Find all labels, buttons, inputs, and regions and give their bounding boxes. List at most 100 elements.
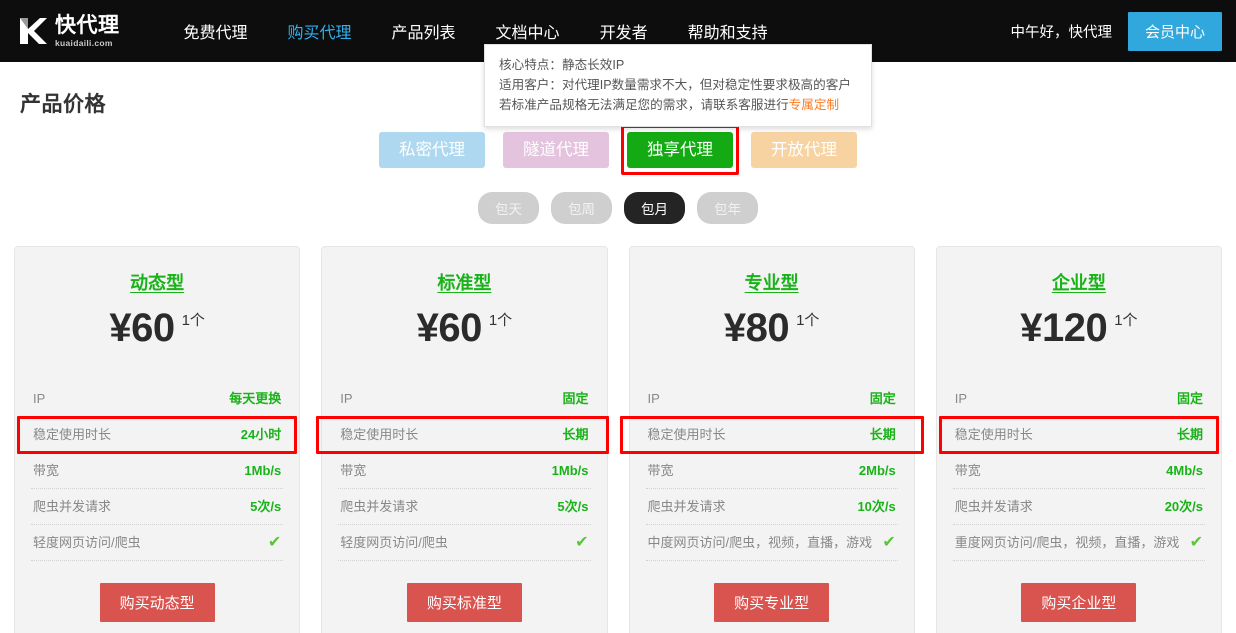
member-center-button[interactable]: 会员中心 xyxy=(1127,11,1222,51)
feature-label: 爬虫并发请求 xyxy=(33,499,112,515)
feature-label: 稳定使用时长 xyxy=(647,427,726,443)
nav-item-2[interactable]: 产品列表 xyxy=(372,0,476,62)
feature-row: IP 固定 xyxy=(338,381,591,418)
duration-pill-1[interactable]: 包周 xyxy=(551,192,612,225)
card-buy-area: 购买专业型 xyxy=(646,561,898,623)
feature-label: 带宽 xyxy=(340,463,367,479)
card-plan-name[interactable]: 企业型 xyxy=(953,269,1205,295)
feature-label: 爬虫并发请求 xyxy=(647,499,726,515)
feature-row: 稳定使用时长 长期 xyxy=(952,417,1205,454)
feature-row: 轻度网页访问/爬虫 ✔ xyxy=(338,525,591,562)
buy-button[interactable]: 购买企业型 xyxy=(1021,583,1137,623)
duration-pill-0[interactable]: 包天 xyxy=(478,192,539,225)
feature-row: IP 每天更换 xyxy=(31,381,284,418)
card-quantity: 1个 xyxy=(796,312,820,330)
proxy-type-tab-1[interactable]: 隧道代理 xyxy=(503,132,609,169)
feature-value: 10次/s xyxy=(857,499,896,515)
feature-label: 轻度网页访问/爬虫 xyxy=(340,535,448,551)
feature-row: IP 固定 xyxy=(952,381,1205,418)
feature-row: 稳定使用时长 24小时 xyxy=(31,417,284,454)
card-plan-name[interactable]: 标准型 xyxy=(338,269,590,295)
feature-value: 20次/s xyxy=(1164,499,1203,515)
header-right: 中午好，快代理 会员中心 xyxy=(1010,11,1222,51)
proxy-type-tab-0[interactable]: 私密代理 xyxy=(379,132,485,169)
feature-value: 每天更换 xyxy=(229,391,282,407)
user-greeting[interactable]: 中午好，快代理 xyxy=(1010,21,1112,42)
duration-pill-3[interactable]: 包年 xyxy=(697,192,758,225)
pricing-card: 标准型 ¥60 1个 IP 固定 稳定使用时长 长期 带宽 1Mb/s 爬虫并发请求 5次/s 轻度网… xyxy=(316,246,609,633)
proxy-type-tab-group: 私密代理 隧道代理 独享代理 开放代理 xyxy=(0,125,1236,176)
feature-value: 1Mb/s xyxy=(244,463,282,479)
feature-label: 稳定使用时长 xyxy=(340,427,419,443)
card-buy-area: 购买企业型 xyxy=(953,561,1205,623)
proxy-type-tab-2[interactable]: 独享代理 xyxy=(627,132,733,169)
proxy-type-tab-3[interactable]: 开放代理 xyxy=(751,132,857,169)
feature-label: 中度网页访问/爬虫，视频，直播，游戏 xyxy=(647,535,873,551)
feature-label: 带宽 xyxy=(954,463,981,479)
feature-value: 固定 xyxy=(562,391,589,407)
card-price-row: ¥80 1个 xyxy=(646,306,898,351)
feature-value: 长期 xyxy=(869,427,896,443)
feature-label: IP xyxy=(340,391,353,407)
feature-label: 爬虫并发请求 xyxy=(340,499,419,515)
feature-label: 带宽 xyxy=(647,463,674,479)
feature-row: 轻度网页访问/爬虫 ✔ xyxy=(31,525,284,562)
feature-label: 稳定使用时长 xyxy=(33,427,112,443)
card-feature-list: IP 每天更换 稳定使用时长 24小时 带宽 1Mb/s 爬虫并发请求 5次/s 轻度网页访问/… xyxy=(17,381,298,562)
check-icon: ✔ xyxy=(575,534,589,552)
nav-item-0[interactable]: 免费代理 xyxy=(164,0,268,62)
card-quantity: 1个 xyxy=(488,312,513,330)
feature-row: 爬虫并发请求 5次/s xyxy=(338,489,591,526)
site-header: 快代理 kuaidaili.com 免费代理 购买代理 产品列表 文档中心 开发者 帮助和… xyxy=(0,0,1236,127)
feature-row: 带宽 4Mb/s xyxy=(952,453,1205,490)
duration-pill-2[interactable]: 包月 xyxy=(624,192,685,225)
proxy-type-tooltip: 核心特点：静态长效IP 适用客户：对代理IP数量需求不大，但对稳定性要求极高的客… xyxy=(484,44,872,127)
logo-domain: kuaidaili.com xyxy=(55,37,113,48)
feature-value: 2Mb/s xyxy=(858,463,896,479)
card-price-row: ¥60 1个 xyxy=(31,306,283,351)
feature-row: 重度网页访问/爬虫，视频，直播，游戏 ✔ xyxy=(952,525,1205,562)
feature-row: 爬虫并发请求 20次/s xyxy=(952,489,1205,526)
feature-label: 稳定使用时长 xyxy=(954,427,1033,443)
feature-row: 稳定使用时长 长期 xyxy=(338,417,591,454)
feature-label: 爬虫并发请求 xyxy=(954,499,1033,515)
feature-value: 固定 xyxy=(869,391,896,407)
buy-button[interactable]: 购买标准型 xyxy=(406,583,522,623)
feature-row: 带宽 2Mb/s xyxy=(645,453,898,490)
card-plan-name[interactable]: 专业型 xyxy=(646,269,898,295)
card-plan-name[interactable]: 动态型 xyxy=(31,269,283,295)
feature-value: 24小时 xyxy=(240,427,282,443)
tooltip-line-target-customer: 适用客户：对代理IP数量需求不大，但对稳定性要求极高的客户 xyxy=(499,78,851,92)
feature-row: IP 固定 xyxy=(645,381,898,418)
card-price-row: ¥120 1个 xyxy=(953,306,1205,351)
feature-value: 长期 xyxy=(562,427,589,443)
feature-label: IP xyxy=(647,391,660,407)
feature-value: 5次/s xyxy=(557,499,589,515)
tooltip-line-core-feature: 核心特点：静态长效IP xyxy=(499,58,625,72)
card-price: ¥120 xyxy=(1020,306,1108,351)
card-buy-area: 购买标准型 xyxy=(338,561,590,623)
buy-button[interactable]: 购买动态型 xyxy=(99,583,215,623)
buy-button[interactable]: 购买专业型 xyxy=(714,583,830,623)
pricing-card: 企业型 ¥120 1个 IP 固定稳定使用时长 长期带宽 4Mb/s 爬虫并发请求 20次/s 重… xyxy=(935,246,1222,633)
check-icon: ✔ xyxy=(882,534,896,552)
tooltip-line-custom-note: 若标准产品规格无法满足您的需求，请联系客服进行专属定制 xyxy=(499,95,857,115)
site-logo[interactable]: 快代理 kuaidaili.com xyxy=(18,15,120,48)
custom-service-link[interactable]: 专属定制 xyxy=(789,98,839,112)
card-buy-area: 购买动态型 xyxy=(31,561,283,623)
card-feature-list: IP 固定稳定使用时长 长期带宽 4Mb/s 爬虫并发请求 20次/s 重度网页访问/爬虫，… xyxy=(938,381,1219,562)
feature-value: 长期 xyxy=(1176,427,1203,443)
card-price: ¥80 xyxy=(723,306,790,351)
nav-item-1[interactable]: 购买代理 xyxy=(268,0,372,62)
card-feature-list: IP 固定稳定使用时长 长期带宽 2Mb/s 爬虫并发请求 10次/s 中度网页访问/爬虫，… xyxy=(619,381,924,562)
feature-row: 带宽 1Mb/s xyxy=(31,453,284,490)
tooltip-custom-note-text: 若标准产品规格无法满足您的需求，请联系客服进行 xyxy=(499,98,789,112)
card-price-row: ¥60 1个 xyxy=(338,306,590,351)
feature-row: 中度网页访问/爬虫，视频，直播，游戏 ✔ xyxy=(645,525,898,562)
card-price: ¥60 xyxy=(109,306,175,351)
feature-label: 带宽 xyxy=(33,463,60,479)
card-quantity: 1个 xyxy=(181,312,205,330)
pricing-card-list: 动态型 ¥60 1个 IP 每天更换 稳定使用时长 24小时 带宽 1Mb/s 爬虫并发请求 5次/… xyxy=(0,224,1236,633)
logo-name-cn: 快代理 xyxy=(55,13,120,37)
feature-label: IP xyxy=(954,391,968,407)
